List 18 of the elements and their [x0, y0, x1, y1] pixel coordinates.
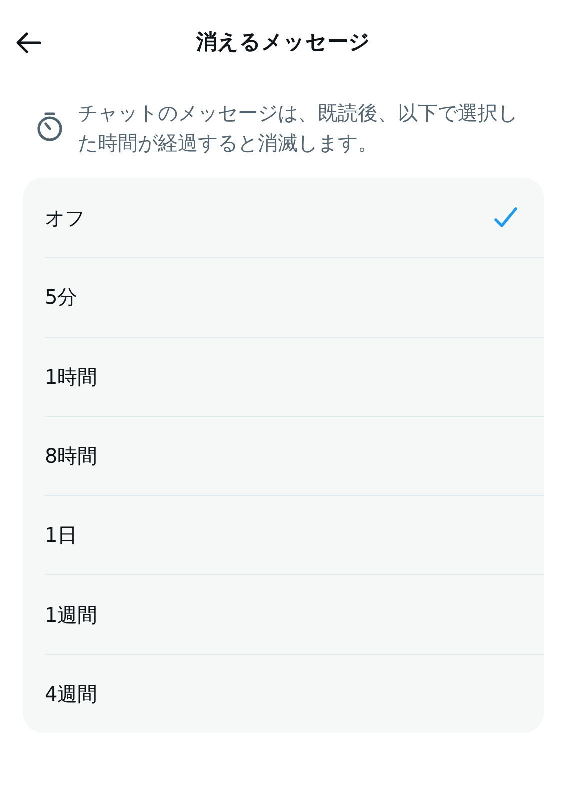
option-item[interactable]: 8時間: [45, 416, 544, 496]
option-label: オフ: [45, 204, 85, 232]
option-label: 4週間: [45, 680, 98, 708]
description-text: チャットのメッセージは、既読後、以下で選択した時間が経過すると消滅します。: [78, 100, 519, 157]
option-label: 8時間: [45, 443, 98, 470]
option-item[interactable]: 1日: [45, 495, 544, 574]
option-item[interactable]: 5分: [45, 257, 544, 337]
option-item[interactable]: 1週間: [45, 574, 544, 654]
option-label: 1週間: [45, 602, 98, 629]
option-item[interactable]: オフ: [45, 178, 544, 258]
option-item[interactable]: 4週間: [45, 654, 544, 734]
page-title: 消えるメッセージ: [196, 29, 370, 56]
option-label: 1時間: [45, 364, 98, 391]
option-label: 1日: [45, 522, 78, 550]
option-item[interactable]: 1時間: [45, 336, 544, 416]
checkmark-icon: [494, 206, 518, 229]
option-label: 5分: [45, 284, 78, 312]
stopwatch-icon: [36, 112, 64, 142]
